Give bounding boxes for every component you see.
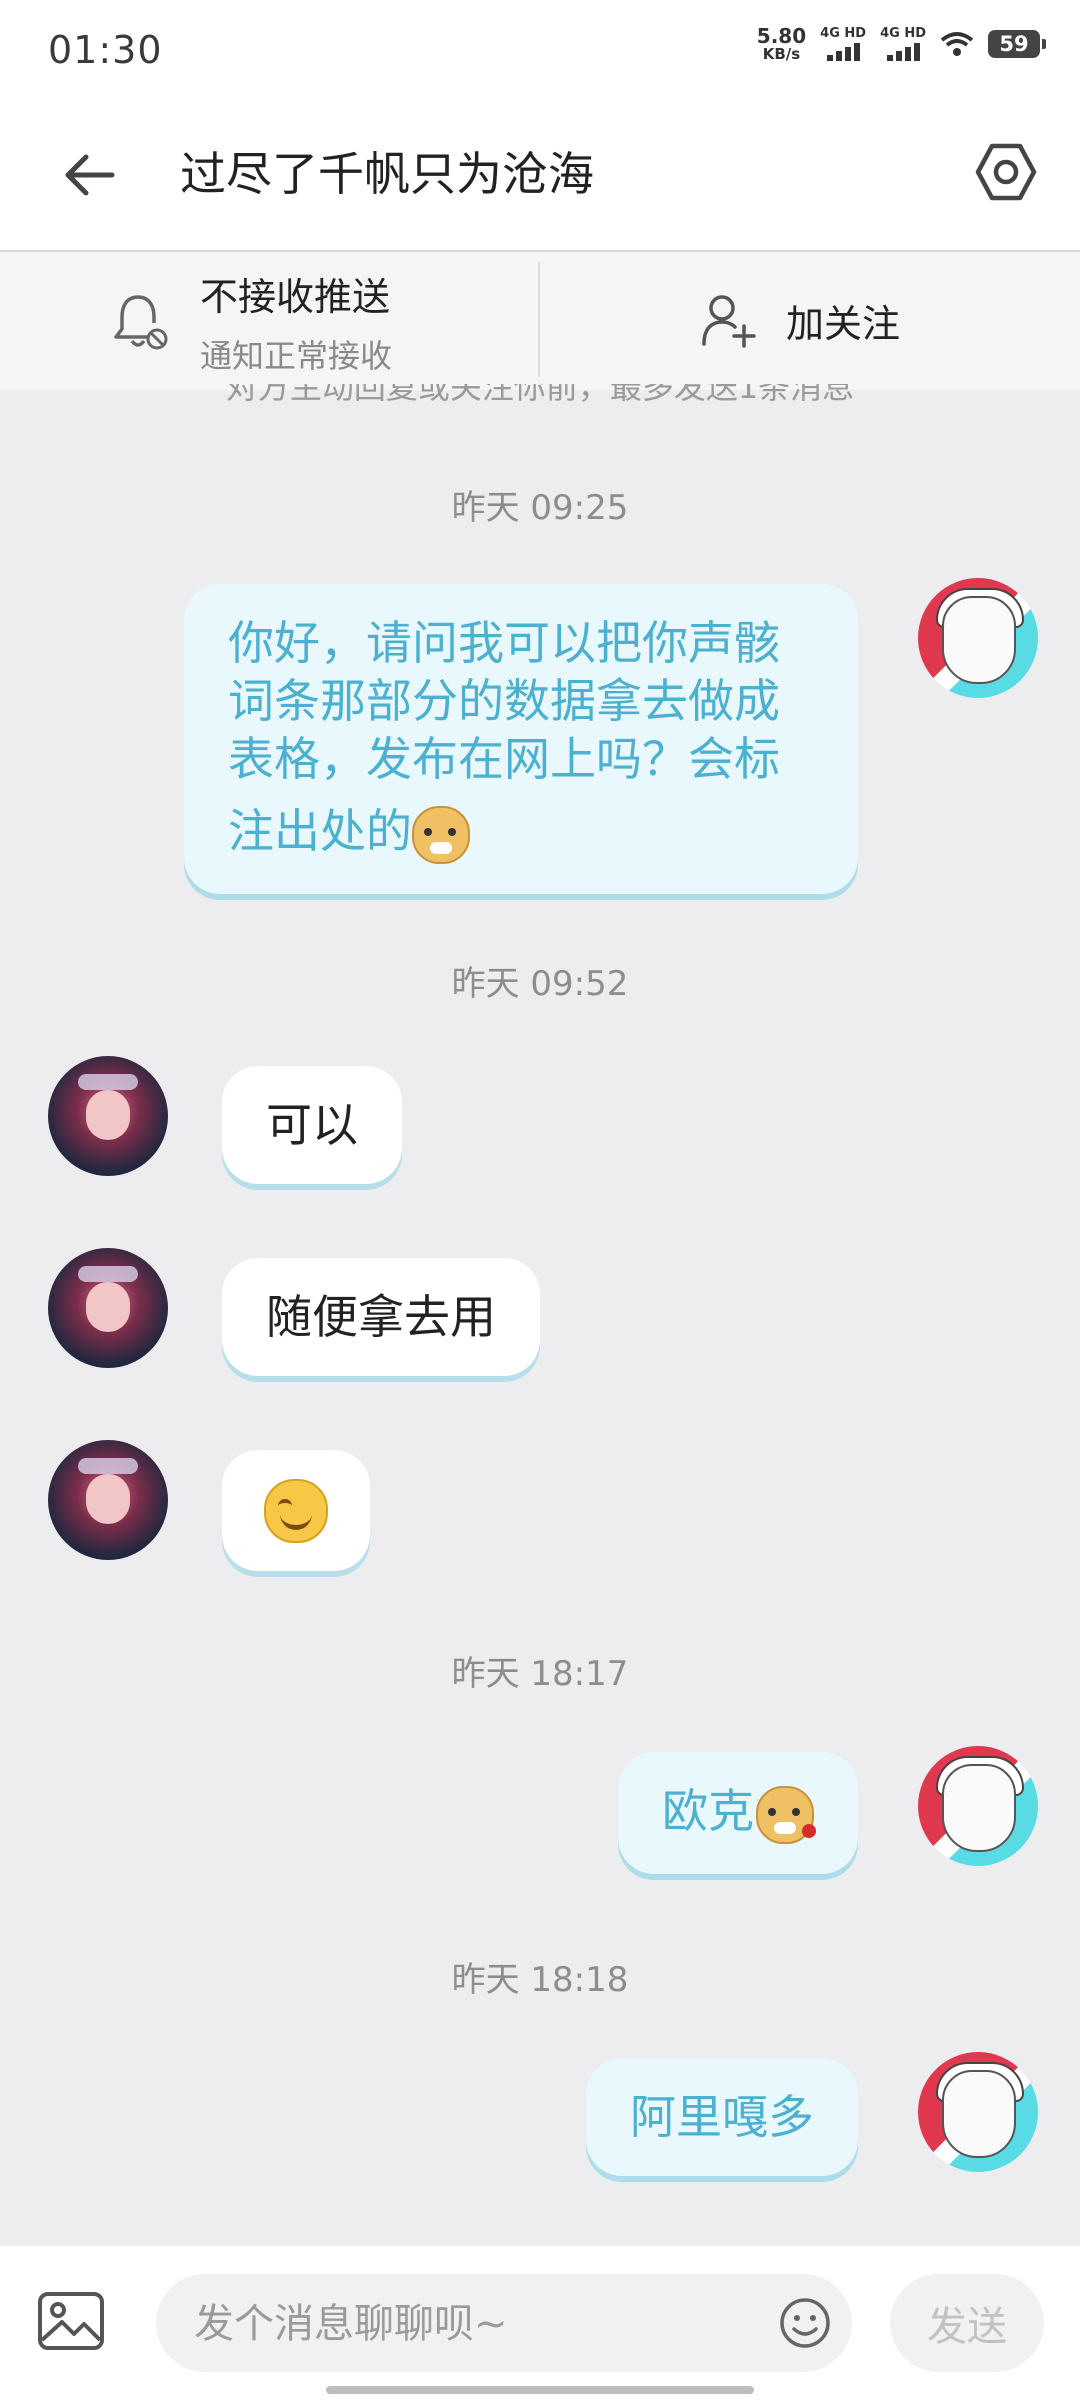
sim2-label: 4G HD: [880, 26, 926, 41]
timestamp: 昨天 09:52: [451, 964, 629, 1004]
network-speed: 5.80 KB/s: [757, 26, 806, 62]
image-button[interactable]: [36, 2286, 106, 2356]
follow-label: 加关注: [786, 301, 901, 346]
contact-avatar[interactable]: [48, 1248, 168, 1368]
message-bubble-theirs[interactable]: 可以: [222, 1066, 402, 1184]
message-line: 注出处的: [228, 804, 412, 858]
timestamp: 昨天 18:18: [451, 1960, 629, 2000]
sim1-label: 4G HD: [820, 26, 867, 41]
hexagon-settings-icon: [975, 143, 1037, 201]
my-avatar[interactable]: [918, 1746, 1038, 1866]
image-icon: [38, 2292, 104, 2350]
contact-avatar[interactable]: [48, 1440, 168, 1560]
emoji-button[interactable]: [778, 2296, 832, 2350]
smiley-icon: [780, 2298, 830, 2348]
my-avatar[interactable]: [918, 578, 1038, 698]
doge-rose-emoji-icon: [756, 1785, 816, 1844]
message-bubble-theirs[interactable]: [222, 1450, 370, 1571]
back-button[interactable]: [54, 140, 124, 210]
mute-subtitle: 通知正常接收: [200, 337, 393, 375]
message-bubble-mine[interactable]: 欧克: [618, 1752, 858, 1874]
composer-bar: 发送: [0, 2246, 1080, 2400]
timestamp: 昨天 09:25: [451, 488, 629, 528]
wifi-icon: [940, 32, 974, 56]
message-line: 表格，发布在网上吗？会标: [228, 732, 780, 786]
status-icons: 5.80 KB/s 4G HD 4G HD 59: [757, 26, 1046, 62]
mute-title: 不接收推送: [200, 275, 391, 319]
my-avatar[interactable]: [918, 2052, 1038, 2172]
message-bubble-theirs[interactable]: 随便拿去用: [222, 1258, 540, 1376]
message-text: 随便拿去用: [266, 1290, 496, 1344]
notification-bar: 不接收推送 通知正常接收 加关注: [0, 252, 1080, 390]
send-button[interactable]: 发送: [890, 2274, 1044, 2372]
message-bubble-mine[interactable]: 你好，请问我可以把你声骸 词条那部分的数据拿去做成 表格，发布在网上吗？会标 注…: [184, 584, 858, 894]
message-bubble-mine[interactable]: 阿里嘎多: [586, 2058, 858, 2176]
notice-separator: [538, 262, 540, 377]
message-input-wrap: [156, 2274, 852, 2374]
speed-unit: KB/s: [762, 45, 801, 63]
message-line: 词条那部分的数据拿去做成: [228, 674, 780, 728]
bell-muted-icon: [114, 294, 168, 349]
message-limit-text: 对方主动回复或关注你前，最多发送1条消息: [225, 384, 855, 406]
follow-button[interactable]: 加关注: [700, 292, 900, 348]
battery-icon: 59: [988, 30, 1046, 58]
message-input[interactable]: [192, 2274, 756, 2374]
mute-push-toggle[interactable]: 不接收推送 通知正常接收: [112, 266, 392, 377]
signal-sim1-icon: 4G HD: [820, 27, 866, 61]
speed-value: 5.80: [756, 24, 807, 48]
doge-emoji-icon: [412, 805, 470, 864]
message-text: 阿里嘎多: [630, 2090, 814, 2144]
signal-sim2-icon: 4G HD: [880, 27, 926, 61]
message-text: 可以: [266, 1098, 358, 1152]
message-line: 你好，请问我可以把你声骸: [228, 616, 780, 670]
settings-button[interactable]: [970, 136, 1042, 208]
arrow-left-icon: [65, 154, 115, 196]
contact-avatar[interactable]: [48, 1056, 168, 1176]
message-text: 欧克: [662, 1784, 754, 1838]
user-add-icon: [702, 295, 756, 348]
status-time: 01:30: [48, 28, 163, 72]
timestamp: 昨天 18:17: [451, 1654, 629, 1694]
chat-header: 过尽了千帆只为沧海: [0, 100, 1080, 250]
home-indicator[interactable]: [326, 2386, 754, 2394]
message-limit-note: 对方主动回复或关注你前，最多发送1条消息: [0, 384, 1080, 414]
grin-emoji-icon: [264, 1478, 328, 1543]
chat-title: 过尽了千帆只为沧海: [180, 147, 594, 201]
